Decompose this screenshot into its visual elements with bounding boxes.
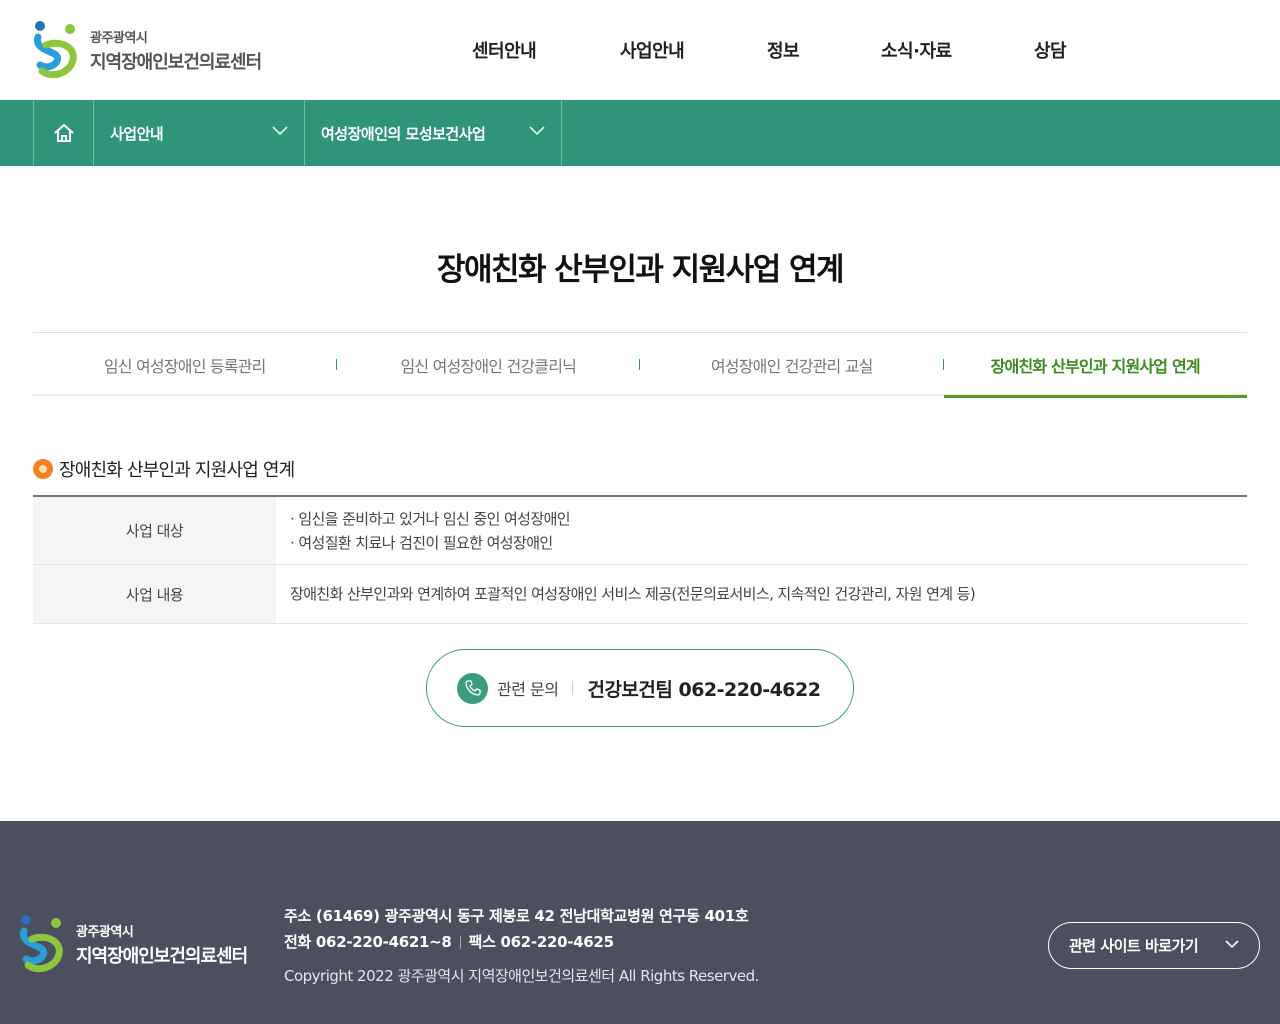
content-line: 장애친화 산부인과와 연계하여 포괄적인 여성장애인 서비스 제공(전문의료서비… xyxy=(290,585,976,603)
footer-phone: 전화 062-220-4621~8 xyxy=(284,933,452,951)
tab-registration[interactable]: 임신 여성장애인 등록관리 xyxy=(33,333,337,396)
home-button[interactable] xyxy=(33,100,94,166)
contact-label: 관련 문의 xyxy=(497,680,559,699)
row-content: 장애친화 산부인과와 연계하여 포괄적인 여성장애인 서비스 제공(전문의료서비… xyxy=(276,565,1247,623)
page-title: 장애친화 산부인과 지원사업 연계 xyxy=(436,252,845,288)
tab-obgyn-link[interactable]: 장애친화 산부인과 지원사업 연계 xyxy=(943,333,1248,398)
footer-info: 주소 (61469) 광주광역시 동구 제봉로 42 전남대학교병원 연구동 4… xyxy=(284,903,759,986)
footer-fax: 팩스 062-220-4625 xyxy=(468,933,614,951)
bullet-circle-icon xyxy=(33,459,53,479)
nav-item-news[interactable]: 소식·자료 xyxy=(881,37,952,63)
chevron-down-icon xyxy=(529,126,545,136)
tab-health-clinic[interactable]: 임신 여성장애인 건강클리닉 xyxy=(337,333,640,396)
footer-contact-line: 전화 062-220-4621~8 팩스 062-220-4625 xyxy=(284,929,759,955)
row-header: 사업 내용 xyxy=(33,565,276,623)
breadcrumb-level1-label: 사업안내 xyxy=(110,124,164,143)
related-sites-label: 관련 사이트 바로가기 xyxy=(1069,937,1199,955)
info-table: 사업 대상 · 임신을 준비하고 있거나 임신 중인 여성장애인 · 여성질환 … xyxy=(33,495,1247,624)
nav-item-center[interactable]: 센터안내 xyxy=(472,37,537,63)
table-row: 사업 대상 · 임신을 준비하고 있거나 임신 중인 여성장애인 · 여성질환 … xyxy=(33,497,1247,565)
tab-health-class[interactable]: 여성장애인 건강관리 교실 xyxy=(640,333,944,396)
logo-mark-icon xyxy=(32,19,82,81)
content-line: · 여성질환 치료나 검진이 필요한 여성장애인 xyxy=(290,533,553,552)
site-logo[interactable]: 광주광역시 지역장애인보건의료센터 xyxy=(32,18,272,82)
contact-phone[interactable]: 건강보건팀 062-220-4622 xyxy=(587,675,821,702)
phone-icon xyxy=(457,672,488,704)
footer-logo-main: 지역장애인보건의료센터 xyxy=(76,945,248,967)
content-line: · 임신을 준비하고 있거나 임신 중인 여성장애인 xyxy=(290,509,571,528)
tab-label: 여성장애인 건강관리 교실 xyxy=(710,356,874,376)
chevron-down-icon xyxy=(272,126,288,136)
breadcrumb-level2-label: 여성장애인의 모성보건사업 xyxy=(321,124,486,143)
logo-mark-icon xyxy=(18,913,68,975)
sub-tabs: 임신 여성장애인 등록관리 임신 여성장애인 건강클리닉 여성장애인 건강관리 … xyxy=(33,332,1248,398)
table-row: 사업 내용 장애친화 산부인과와 연계하여 포괄적인 여성장애인 서비스 제공(… xyxy=(33,565,1247,624)
section-heading: 장애친화 산부인과 지원사업 연계 xyxy=(33,456,295,482)
logo-main-text: 지역장애인보건의료센터 xyxy=(90,51,262,73)
home-icon xyxy=(53,124,74,142)
contact-divider xyxy=(572,681,574,695)
contact-box: 관련 문의 건강보건팀 062-220-4622 xyxy=(426,649,854,727)
site-footer: 광주광역시 지역장애인보건의료센터 주소 (61469) 광주광역시 동구 제봉… xyxy=(0,821,1280,1024)
section-title: 장애친화 산부인과 지원사업 연계 xyxy=(59,460,295,481)
footer-address: 주소 (61469) 광주광역시 동구 제봉로 42 전남대학교병원 연구동 4… xyxy=(284,907,749,925)
logo-sub-text: 광주광역시 xyxy=(90,30,148,46)
nav-item-business[interactable]: 사업안내 xyxy=(620,37,685,63)
footer-logo-sub: 광주광역시 xyxy=(76,924,134,940)
row-header: 사업 대상 xyxy=(33,497,276,564)
footer-copyright: Copyright 2022 광주광역시 지역장애인보건의료센터 All Rig… xyxy=(284,967,759,985)
footer-logo[interactable]: 광주광역시 지역장애인보건의료센터 xyxy=(18,913,248,975)
nav-item-consult[interactable]: 상담 xyxy=(1034,37,1067,63)
tab-label: 임신 여성장애인 등록관리 xyxy=(103,356,267,376)
nav-item-info[interactable]: 정보 xyxy=(767,37,800,63)
footer-divider xyxy=(459,935,461,949)
related-sites-dropdown[interactable]: 관련 사이트 바로가기 xyxy=(1048,922,1260,969)
breadcrumb-level2-dropdown[interactable]: 여성장애인의 모성보건사업 xyxy=(305,100,562,166)
tab-label: 장애친화 산부인과 지원사업 연계 xyxy=(990,356,1201,376)
row-content: · 임신을 준비하고 있거나 임신 중인 여성장애인 · 여성질환 치료나 검진… xyxy=(276,497,1247,564)
tab-label: 임신 여성장애인 건강클리닉 xyxy=(400,356,577,376)
breadcrumb: 사업안내 여성장애인의 모성보건사업 xyxy=(0,100,1280,166)
chevron-down-icon xyxy=(1225,940,1239,949)
site-header: 광주광역시 지역장애인보건의료센터 센터안내 사업안내 정보 소식·자료 상담 xyxy=(0,0,1280,100)
breadcrumb-level1-dropdown[interactable]: 사업안내 xyxy=(94,100,305,166)
